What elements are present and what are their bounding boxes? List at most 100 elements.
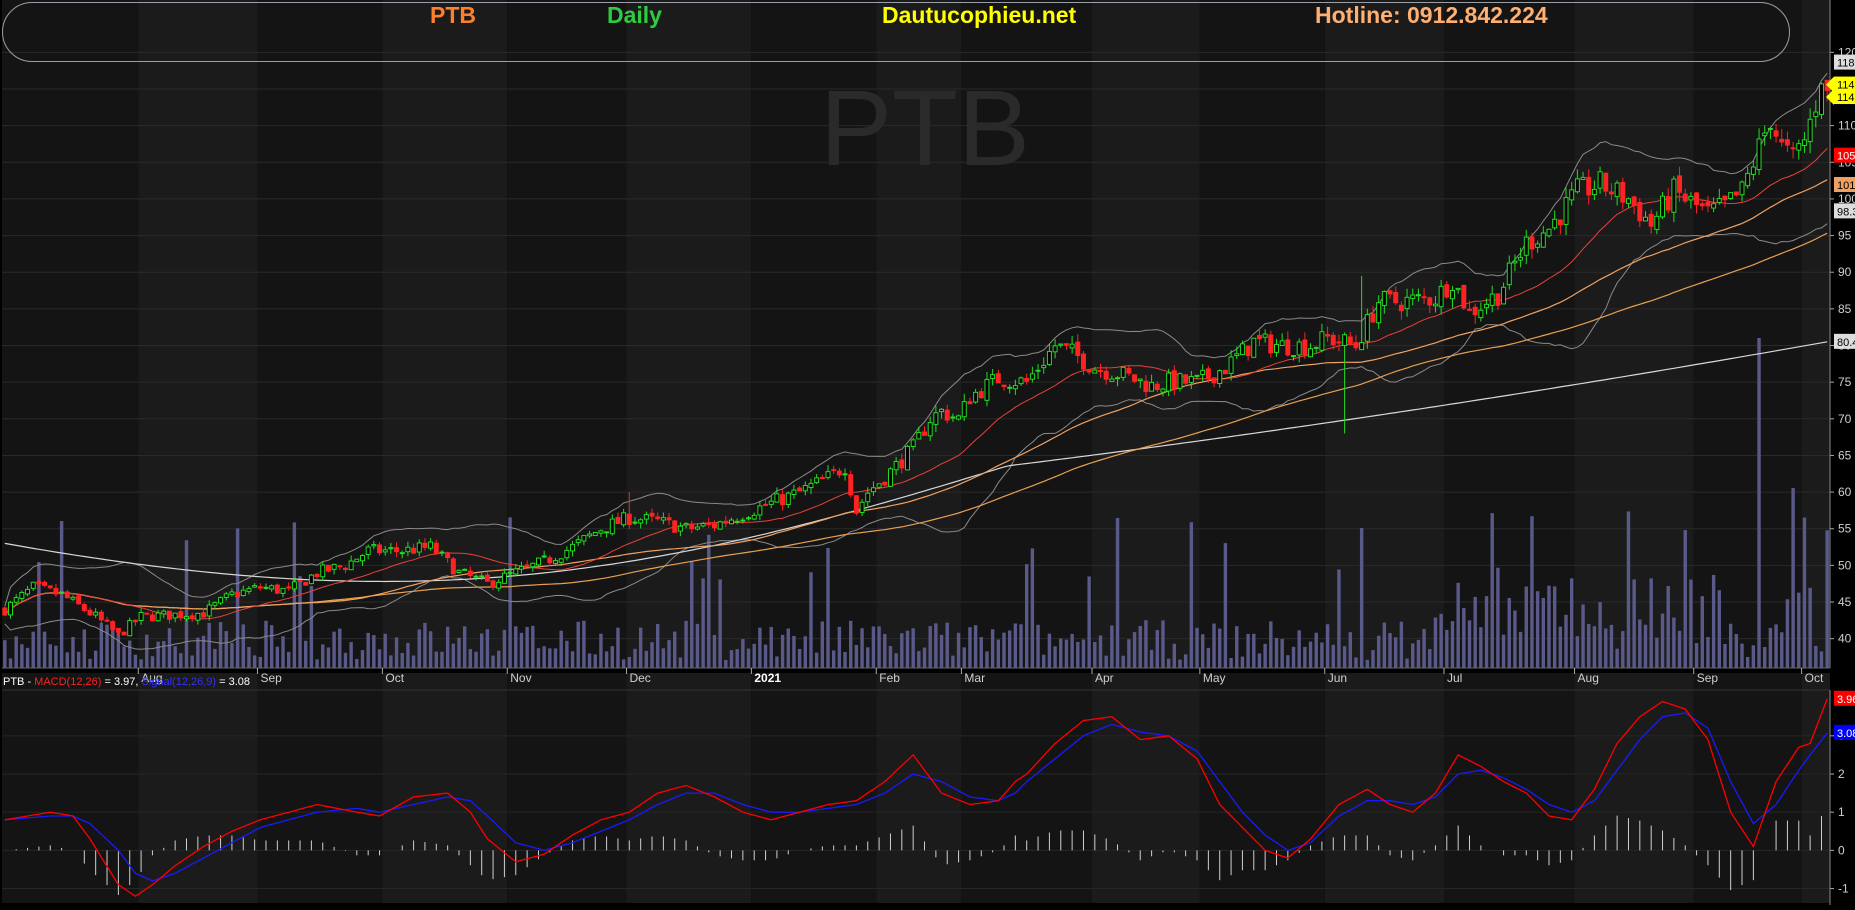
- candle-body: [53, 587, 59, 595]
- candle-body: [757, 505, 763, 516]
- volume-bar: [1007, 630, 1012, 668]
- candle-body: [604, 531, 610, 534]
- candle-body: [25, 588, 31, 595]
- macd-tag-label: 3.08186: [1837, 728, 1855, 740]
- candle-body: [178, 611, 184, 619]
- volume-bar: [1541, 597, 1546, 668]
- candle-body: [1177, 373, 1183, 389]
- candle-body: [513, 568, 519, 575]
- volume-bar: [309, 586, 314, 668]
- volume-bar: [1411, 643, 1415, 668]
- candle-body: [87, 609, 93, 616]
- candle-body: [201, 612, 207, 618]
- candle-body: [155, 612, 161, 622]
- volume-bar: [582, 620, 586, 668]
- candle-body: [518, 565, 524, 570]
- macd-month-stripe: [876, 673, 962, 903]
- volume-bar: [1149, 649, 1154, 668]
- volume-bar: [400, 652, 404, 668]
- candle-body: [876, 483, 882, 488]
- macd-tag-label: 3.96694: [1837, 694, 1855, 706]
- volume-bar: [514, 626, 518, 668]
- volume-bar: [1808, 587, 1812, 668]
- candle-body: [677, 525, 683, 532]
- candle-body: [541, 555, 547, 558]
- candle-body: [1716, 197, 1722, 203]
- volume-bar: [1706, 637, 1710, 668]
- volume-bar: [951, 655, 955, 668]
- candle-body: [1370, 313, 1376, 323]
- volume-bar: [1694, 643, 1699, 668]
- candle-body: [1597, 171, 1603, 189]
- macd-month-stripe: [1091, 673, 1200, 903]
- macd-tick-label: -1: [1838, 882, 1849, 896]
- volume-bar: [1286, 655, 1290, 668]
- volume-bar: [814, 652, 819, 668]
- candle-body: [1285, 339, 1291, 356]
- macd-tick-label: 0: [1838, 843, 1845, 857]
- candle-body: [1688, 195, 1694, 201]
- price-tick-label: 65: [1838, 448, 1852, 462]
- candle-body: [64, 591, 70, 599]
- volume-bar: [1433, 617, 1438, 668]
- candle-body: [47, 585, 53, 589]
- volume-bar: [508, 517, 512, 668]
- volume-bar: [1354, 657, 1358, 668]
- volume-bar: [184, 540, 189, 668]
- candle-body: [1063, 343, 1069, 346]
- volume-bar: [1161, 620, 1165, 668]
- candle-body: [30, 581, 36, 589]
- candle-body: [609, 518, 615, 535]
- candle-body: [19, 591, 25, 599]
- volume-bar: [712, 634, 717, 668]
- candle-body: [632, 521, 638, 524]
- volume-bar: [1643, 624, 1648, 668]
- candle-body: [1484, 303, 1490, 309]
- volume-bar: [1785, 599, 1790, 668]
- volume-bar: [854, 644, 859, 668]
- volume-bar: [990, 629, 995, 668]
- macd-month-stripe: [1801, 673, 1830, 903]
- volume-bar: [1763, 647, 1767, 668]
- volume-bar: [14, 636, 18, 668]
- volume-bar: [139, 659, 143, 668]
- candle-body: [1461, 285, 1467, 309]
- candle-body: [331, 563, 337, 570]
- volume-bar: [644, 650, 649, 668]
- candle-body: [1342, 334, 1348, 346]
- volume-bar: [150, 656, 155, 668]
- candle-body: [1109, 378, 1115, 382]
- volume-bar: [48, 644, 52, 668]
- volume-bar: [1456, 582, 1460, 668]
- time-tick-label: Apr: [1095, 671, 1114, 685]
- volume-bar: [485, 629, 490, 668]
- candle-body: [377, 544, 383, 554]
- candle-body: [575, 539, 581, 544]
- volume-bar: [1717, 590, 1722, 668]
- candle-body: [990, 374, 996, 380]
- candle-body: [1432, 303, 1438, 307]
- macd-month-stripe: [1574, 673, 1694, 903]
- volume-bar: [1524, 586, 1528, 668]
- candle-body: [1256, 334, 1262, 340]
- volume-bar: [207, 622, 211, 668]
- volume-bar: [1325, 624, 1330, 668]
- volume-bar: [883, 633, 887, 668]
- candle-body: [1137, 378, 1143, 381]
- volume-bar: [190, 655, 194, 668]
- volume-bar: [1723, 643, 1727, 668]
- candle-body: [439, 551, 445, 554]
- candle-body: [1569, 189, 1575, 201]
- volume-bar: [128, 640, 132, 668]
- volume-bar: [1059, 638, 1063, 668]
- price-tick-label: 90: [1838, 265, 1852, 279]
- candle-body: [445, 553, 451, 559]
- candle-body: [144, 612, 150, 615]
- candle-body: [342, 567, 348, 571]
- volume-bar: [37, 562, 41, 668]
- candle-body: [399, 552, 405, 555]
- volume-bar: [343, 652, 348, 668]
- time-tick-label: Sep: [260, 671, 282, 685]
- candle-body: [1302, 339, 1308, 356]
- candle-body: [1387, 290, 1393, 295]
